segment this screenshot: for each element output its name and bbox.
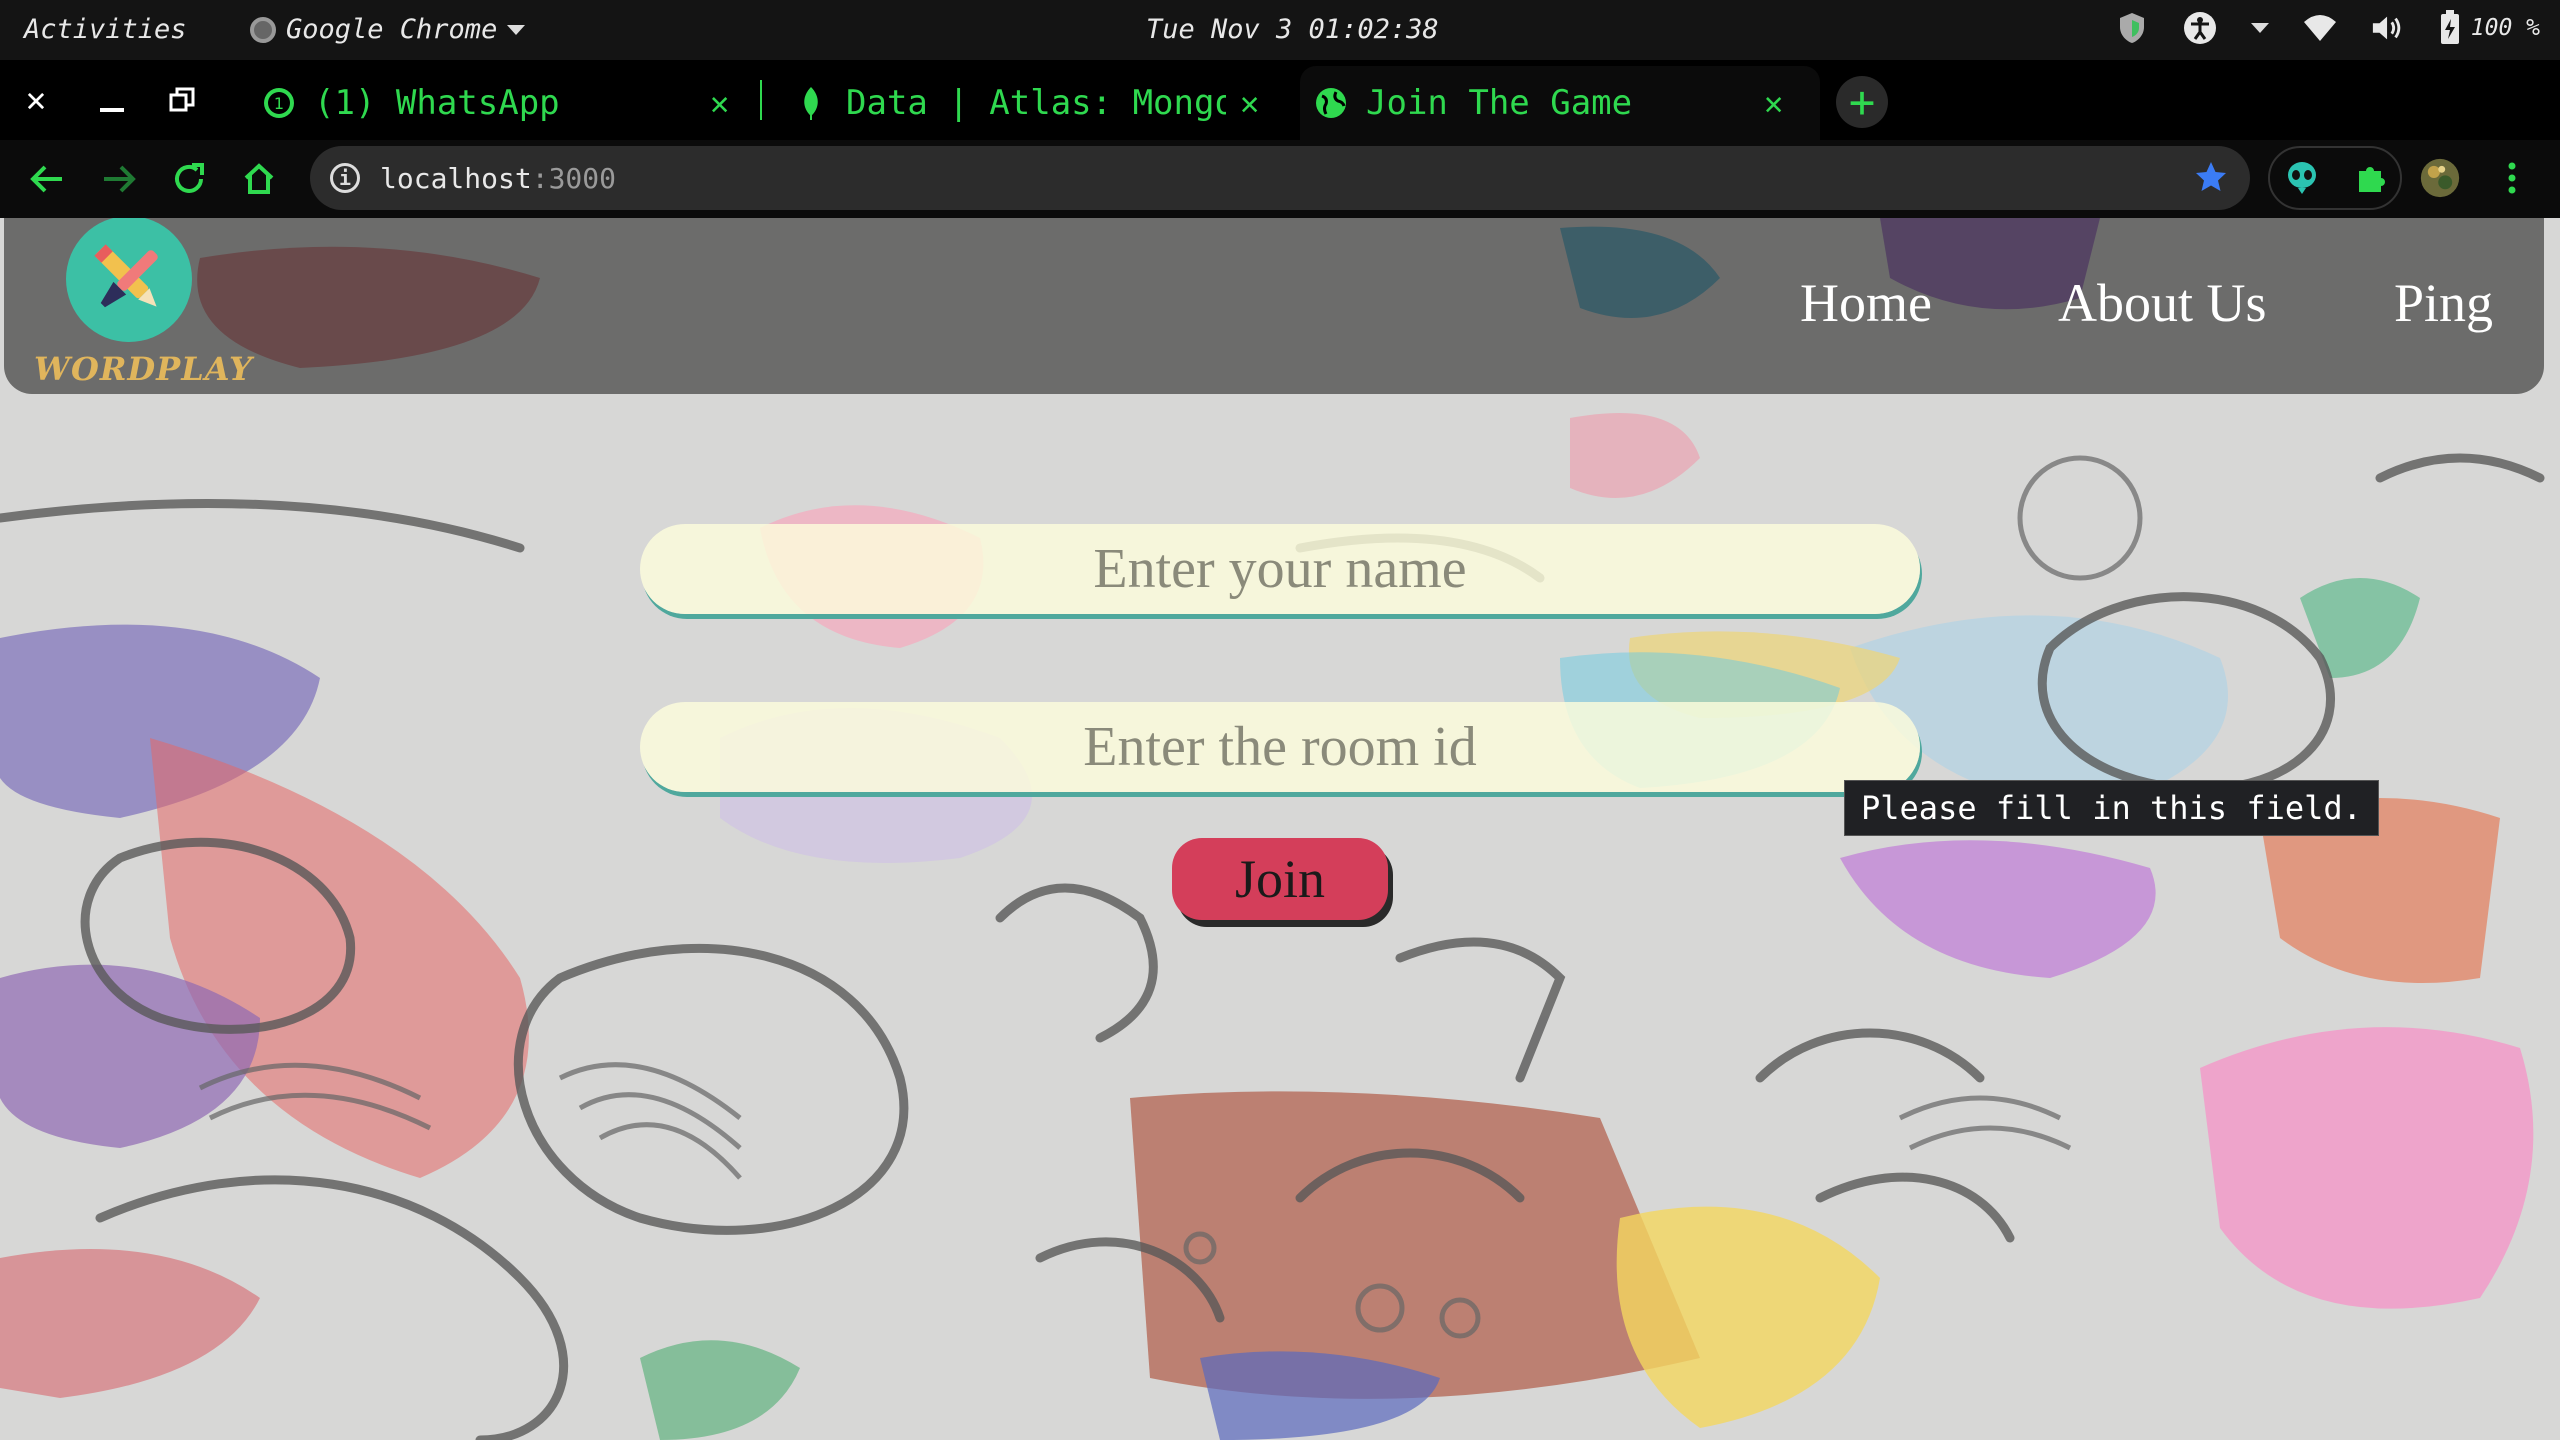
nav-about-us[interactable]: About Us (2058, 272, 2267, 334)
room-id-input[interactable] (640, 702, 1920, 792)
system-tray[interactable]: 100 % (2115, 10, 2540, 46)
shield-icon[interactable] (2115, 11, 2149, 45)
app-menu[interactable]: Google Chrome (250, 14, 526, 45)
mongodb-leaf-icon (794, 86, 828, 120)
globe-icon (1314, 86, 1348, 120)
tab-join-the-game[interactable]: Join The Game ✕ (1300, 66, 1820, 140)
app-menu-label: Google Chrome (286, 14, 498, 45)
back-icon[interactable] (24, 156, 70, 202)
whatsapp-icon: 1 (262, 86, 296, 120)
tab-separator (760, 80, 762, 120)
join-button[interactable]: Join (1172, 838, 1388, 920)
nav-ping[interactable]: Ping (2394, 272, 2493, 334)
address-bar[interactable]: i localhost :3000 (310, 146, 2250, 210)
tab-title: (1) WhatsApp (314, 83, 560, 123)
close-tab-icon[interactable]: ✕ (1240, 84, 1259, 122)
bookmark-star-icon[interactable] (2194, 160, 2228, 201)
tab-title: Data | Atlas: MongoDB (846, 83, 1226, 123)
site-info-icon[interactable]: i (330, 163, 360, 193)
close-tab-icon[interactable]: ✕ (1764, 84, 1783, 122)
activities-button[interactable]: Activities (24, 14, 187, 45)
tab-whatsapp[interactable]: 1 (1) WhatsApp ✕ (246, 66, 766, 140)
new-tab-button[interactable]: + (1836, 76, 1888, 128)
forward-icon[interactable] (96, 156, 142, 202)
page-viewport: WORDPLAY Home About Us Ping Join Please … (0, 218, 2560, 1440)
extensions-puzzle-icon[interactable] (2352, 158, 2392, 198)
clock[interactable]: Tue Nov 3 01:02:38 (1146, 14, 1439, 45)
tab-title: Join The Game (1366, 83, 1633, 123)
url-host: localhost (380, 161, 532, 195)
url-port: :3000 (531, 161, 617, 195)
pencil-brush-icon (94, 244, 158, 308)
site-navbar: WORDPLAY Home About Us Ping (4, 218, 2544, 394)
name-input[interactable] (640, 524, 1920, 614)
volume-icon[interactable] (2371, 11, 2405, 45)
close-window-icon[interactable]: ✕ (14, 78, 58, 122)
chrome-icon (250, 16, 276, 43)
chrome-menu-icon[interactable] (2492, 158, 2532, 198)
home-icon[interactable] (236, 156, 282, 202)
accessibility-icon[interactable] (2183, 11, 2217, 45)
battery-status[interactable]: 100 % (2439, 10, 2540, 46)
nav-home[interactable]: Home (1800, 272, 1932, 334)
reload-icon[interactable] (166, 156, 212, 202)
unread-badge: 1 (274, 94, 284, 113)
extension-alien-icon[interactable] (2282, 158, 2322, 198)
brand-name[interactable]: WORDPLAY (34, 350, 253, 388)
wifi-icon[interactable] (2303, 11, 2337, 45)
restore-window-icon[interactable] (160, 78, 204, 122)
system-top-bar: Activities Google Chrome Tue Nov 3 01:02… (0, 0, 2560, 60)
chevron-down-icon (507, 24, 526, 35)
minimize-window-icon[interactable] (90, 78, 134, 122)
validation-tooltip: Please fill in this field. (1844, 780, 2379, 836)
tab-strip: ✕ 1 (1) WhatsApp ✕ Data | Atlas: MongoDB… (0, 60, 2560, 140)
profile-avatar[interactable] (2420, 158, 2460, 198)
browser-toolbar: i localhost :3000 (0, 140, 2560, 218)
battery-charging-icon (2440, 10, 2459, 44)
tab-mongodb-atlas[interactable]: Data | Atlas: MongoDB ✕ (778, 66, 1278, 140)
close-tab-icon[interactable]: ✕ (710, 84, 729, 122)
battery-percent: 100 % (2470, 15, 2540, 41)
wordplay-logo[interactable] (66, 218, 192, 342)
chevron-down-icon[interactable] (2250, 23, 2269, 33)
